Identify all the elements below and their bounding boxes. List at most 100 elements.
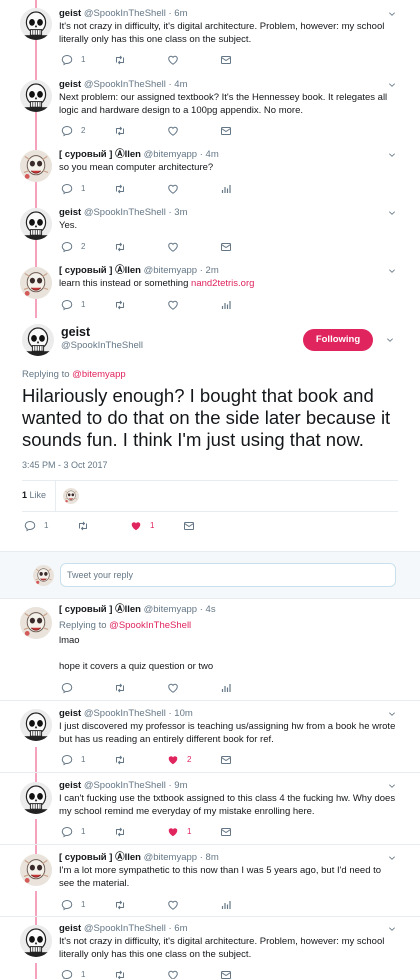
author-handle[interactable]: @SpookInTheShell [84, 708, 166, 719]
author-handle[interactable]: @SpookInTheShell [84, 923, 166, 934]
chevron-down-icon[interactable] [387, 81, 397, 89]
retweet-button[interactable] [114, 825, 126, 839]
replying-to-link[interactable]: @SpookInTheShell [109, 620, 191, 631]
like-button[interactable]: 1 [167, 825, 191, 839]
thread-tweet[interactable]: [ суровый ] Ⓐllen @bitemyapp · 4m so you… [0, 142, 420, 200]
direct-message-button[interactable] [220, 240, 232, 254]
author-handle[interactable]: @bitemyapp [144, 265, 197, 276]
tweet-time[interactable]: 4s [206, 604, 216, 615]
author-handle[interactable]: @bitemyapp [144, 604, 197, 615]
chevron-down-icon[interactable] [387, 209, 397, 217]
reply-tweet[interactable]: [ суровый ] Ⓐllen @bitemyapp · 8m I'm a … [0, 844, 420, 917]
tweet-time[interactable]: 6m [174, 8, 187, 19]
tweet-time[interactable]: 2m [206, 265, 219, 276]
reply-button[interactable]: 2 [61, 240, 85, 254]
reply-button[interactable]: 1 [24, 519, 48, 533]
liker-avatar[interactable] [63, 488, 79, 504]
like-button[interactable]: 1 [130, 519, 154, 533]
thread-tweet[interactable]: geist @SpookInTheShell · 3m Yes. 2 [0, 200, 420, 258]
chevron-down-icon[interactable] [387, 267, 397, 275]
tweet-time[interactable]: 4m [174, 79, 187, 90]
reply-button[interactable]: 1 [61, 182, 85, 196]
direct-message-button[interactable] [220, 124, 232, 138]
direct-message-button[interactable] [220, 753, 232, 767]
reply-tweet[interactable]: geist @SpookInTheShell · 10m I just disc… [0, 700, 420, 773]
reply-button[interactable]: 2 [61, 124, 85, 138]
retweet-button[interactable] [114, 182, 126, 196]
tweet-time[interactable]: 3m [174, 207, 187, 218]
avatar[interactable] [20, 150, 52, 182]
avatar[interactable] [20, 925, 52, 957]
chevron-down-icon[interactable] [387, 151, 397, 159]
avatar[interactable] [20, 709, 52, 741]
avatar[interactable] [20, 208, 52, 240]
thread-tweet[interactable]: [ суровый ] Ⓐllen @bitemyapp · 2m learn … [0, 258, 420, 318]
author-name[interactable]: geist [59, 8, 81, 19]
author-name[interactable]: [ суровый ] Ⓐllen [59, 852, 141, 863]
retweet-button[interactable] [114, 968, 126, 979]
author-handle[interactable]: @SpookInTheShell [84, 207, 166, 218]
direct-message-button[interactable] [220, 53, 232, 67]
author-name[interactable]: geist [59, 207, 81, 218]
chevron-down-icon[interactable] [385, 336, 395, 344]
retweet-button[interactable] [114, 898, 126, 912]
author-name[interactable]: geist [59, 780, 81, 791]
author-handle[interactable]: @SpookInTheShell [84, 79, 166, 90]
author-handle[interactable]: @bitemyapp [144, 852, 197, 863]
tweet-time[interactable]: 10m [174, 708, 192, 719]
author-name[interactable]: geist [61, 325, 90, 339]
author-handle[interactable]: @SpookInTheShell [84, 780, 166, 791]
chevron-down-icon[interactable] [387, 854, 397, 862]
reply-button[interactable]: 1 [61, 753, 85, 767]
author-name[interactable]: [ суровый ] Ⓐllen [59, 149, 141, 160]
like-button[interactable] [167, 898, 179, 912]
direct-message-button[interactable] [183, 519, 195, 533]
tweet-time[interactable]: 4m [206, 149, 219, 160]
chevron-down-icon[interactable] [387, 710, 397, 718]
tweet-reply-input[interactable]: Tweet your reply [60, 563, 396, 587]
retweet-button[interactable] [114, 298, 126, 312]
avatar[interactable] [22, 324, 54, 356]
likes-stat[interactable]: 1 Like [22, 490, 46, 500]
retweet-button[interactable] [114, 681, 126, 695]
reply-button[interactable]: 1 [61, 825, 85, 839]
like-button[interactable] [167, 968, 179, 979]
tweet-link[interactable]: nand2tetris.org [191, 278, 254, 289]
tweet-time[interactable]: 8m [206, 852, 219, 863]
analytics-button[interactable] [220, 898, 232, 912]
like-button[interactable]: 2 [167, 753, 191, 767]
author-name[interactable]: [ суровый ] Ⓐllen [59, 604, 141, 615]
author-handle[interactable]: @SpookInTheShell [84, 8, 166, 19]
chevron-down-icon[interactable] [387, 782, 397, 790]
replying-to-link[interactable]: @bitemyapp [72, 369, 125, 380]
reply-button[interactable] [61, 681, 73, 695]
direct-message-button[interactable] [220, 968, 232, 979]
retweet-button[interactable] [114, 124, 126, 138]
author-name[interactable]: geist [59, 708, 81, 719]
avatar[interactable] [20, 854, 52, 886]
like-button[interactable] [167, 681, 179, 695]
author-name[interactable]: geist [59, 79, 81, 90]
like-button[interactable] [167, 182, 179, 196]
like-button[interactable] [167, 240, 179, 254]
avatar[interactable] [20, 8, 52, 40]
direct-message-button[interactable] [220, 825, 232, 839]
author-name[interactable]: geist [59, 923, 81, 934]
analytics-button[interactable] [220, 681, 232, 695]
tweet-timestamp[interactable]: 3:45 PM - 3 Oct 2017 [22, 460, 108, 470]
author-handle[interactable]: @SpookInTheShell [61, 340, 143, 351]
retweet-button[interactable] [114, 753, 126, 767]
reply-button[interactable]: 1 [61, 968, 85, 979]
avatar[interactable] [20, 607, 52, 639]
thread-tweet[interactable]: geist @SpookInTheShell · 4m Next problem… [0, 72, 420, 142]
like-button[interactable] [167, 53, 179, 67]
avatar[interactable] [20, 782, 52, 814]
like-button[interactable] [167, 298, 179, 312]
reply-tweet[interactable]: [ суровый ] Ⓐllen @bitemyapp · 4s Replyi… [0, 599, 420, 700]
tweet-time[interactable]: 9m [174, 780, 187, 791]
avatar[interactable] [20, 80, 52, 112]
tweet-time[interactable]: 6m [174, 923, 187, 934]
thread-tweet[interactable]: geist @SpookInTheShell · 6m It's not cra… [0, 0, 420, 72]
reply-button[interactable]: 1 [61, 898, 85, 912]
author-handle[interactable]: @bitemyapp [144, 149, 197, 160]
